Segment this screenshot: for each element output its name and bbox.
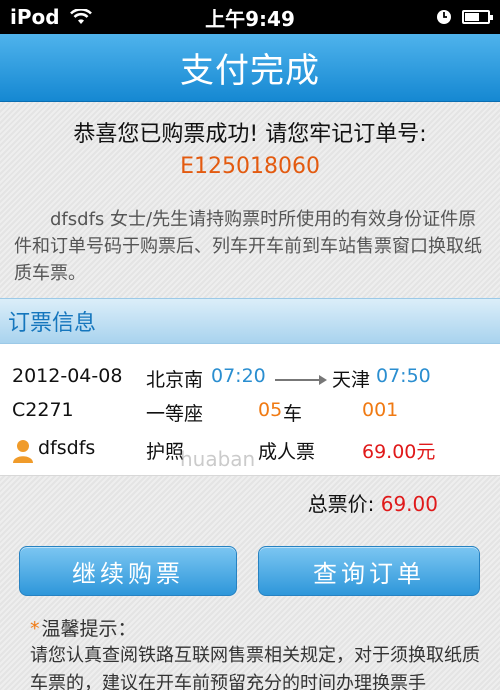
seat-number: 001 <box>362 399 399 421</box>
ticket-info-header: 订票信息 <box>0 298 500 344</box>
status-time: 上午9:49 <box>205 6 295 31</box>
pickup-notice: dfsdfs 女士/先生请持购票时所使用的有效身份证件原件和订单号码于购票后、列… <box>14 209 482 284</box>
total-amount: 69.00 <box>380 492 438 516</box>
arrow-right-icon <box>275 375 327 385</box>
total-price: 总票价: 69.00 <box>308 488 438 517</box>
query-order-button[interactable]: 查询订单 <box>258 546 480 596</box>
order-number: E125018060 <box>180 154 320 179</box>
car-unit: 车 <box>283 403 303 425</box>
ticket-type: 成人票 <box>258 441 316 463</box>
success-message: 恭喜您已购票成功! 请您牢记订单号: <box>73 122 427 147</box>
ticket-row-train: C2271 一等座 05 车 001 <box>0 399 500 429</box>
depart-time: 07:20 <box>211 365 266 387</box>
success-panel: 恭喜您已购票成功! 请您牢记订单号: E125018060 dfsdfs 女士/… <box>0 102 500 298</box>
status-bar: iPod 上午9:49 <box>0 0 500 34</box>
star-icon: * <box>30 618 40 640</box>
tips-body: 请您认真查阅铁路互联网售票相关规定，对于须换取纸质车票的，建议在开车前预留充分的… <box>30 645 480 690</box>
from-station: 北京南 <box>146 369 204 391</box>
page-title: 支付完成 <box>180 51 320 91</box>
total-panel: 总票价: 69.00 继续购票 查询订单 * 温馨提示： 请您认真查阅铁路互联网售… <box>0 475 500 690</box>
title-bar: 支付完成 <box>0 34 500 102</box>
arrive-time: 07:50 <box>376 365 431 387</box>
battery-icon <box>462 10 493 24</box>
travel-date: 2012-04-08 <box>12 365 123 387</box>
ticket-row-route: 2012-04-08 北京南 07:20 天津 07:50 <box>0 365 500 395</box>
seat-class: 一等座 <box>146 403 204 425</box>
ticket-price: 69.00元 <box>362 441 436 463</box>
tips-title: * 温馨提示： <box>30 614 137 641</box>
section-title: 订票信息 <box>8 311 97 336</box>
passenger-name: dfsdfs <box>38 437 96 459</box>
id-type: 护照 <box>146 441 185 463</box>
train-number: C2271 <box>12 399 74 421</box>
person-icon <box>13 440 33 463</box>
total-label: 总票价: <box>307 492 375 516</box>
to-station: 天津 <box>332 369 371 391</box>
car-number: 05 <box>258 399 283 421</box>
continue-booking-button[interactable]: 继续购票 <box>19 546 237 596</box>
tips-title-text: 温馨提示： <box>41 618 137 640</box>
watermark: huaban <box>180 447 256 471</box>
